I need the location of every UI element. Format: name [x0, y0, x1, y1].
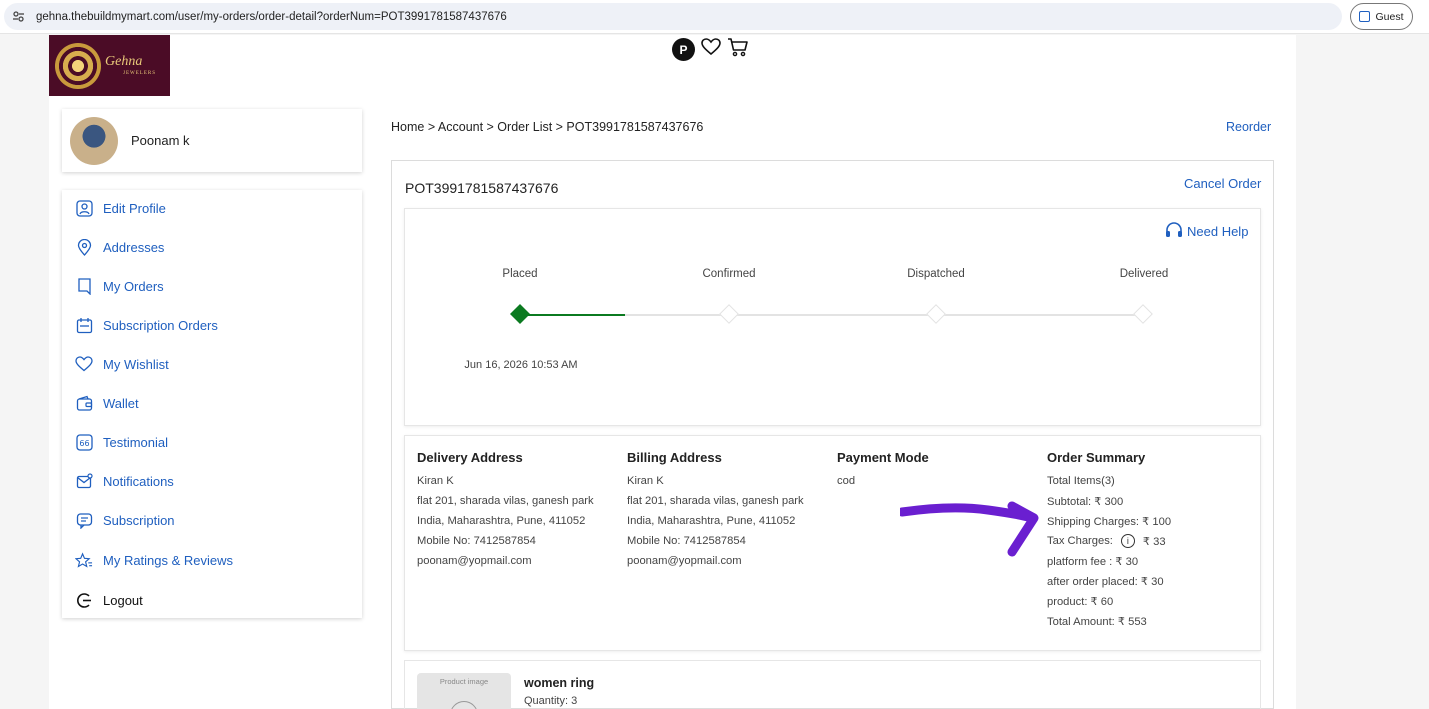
site-settings-icon[interactable] [12, 10, 26, 24]
delivery-address-title: Delivery Address [417, 450, 523, 465]
step-marker-placed [510, 304, 530, 324]
calendar-icon [75, 316, 93, 334]
tax-charges-row: Tax Charges: i ₹ 33 [1047, 534, 1166, 548]
order-detail-card: POT3991781587437676 Cancel Order Need He… [391, 160, 1274, 709]
orders-icon [75, 277, 93, 295]
sidebar-item-subscription[interactable]: Subscription [75, 510, 175, 530]
step-marker-delivered [1133, 304, 1153, 324]
sidebar-item-notifications[interactable]: Notifications [75, 471, 174, 491]
user-icon [75, 199, 93, 217]
payment-mode-title: Payment Mode [837, 450, 929, 465]
star-icon [75, 551, 93, 569]
order-summary-title: Order Summary [1047, 450, 1146, 465]
sidebar-item-addresses[interactable]: Addresses [75, 237, 164, 257]
product-row: Product image women ring Quantity: 3 [404, 660, 1261, 709]
sidebar-item-testimonial[interactable]: 66 Testimonial [75, 432, 168, 452]
svg-text:66: 66 [79, 439, 89, 448]
sidebar-item-subscription-orders[interactable]: Subscription Orders [75, 315, 218, 335]
reorder-button[interactable]: Reorder [1226, 120, 1271, 134]
product-image-placeholder: Product image [417, 673, 511, 709]
total-amount: Total Amount: ₹ 553 [1047, 615, 1147, 628]
headphones-icon [1165, 222, 1183, 241]
sidebar-item-logout[interactable]: Logout [75, 590, 143, 610]
delivery-address: Delivery Address Kiran K flat 201, shara… [417, 450, 594, 567]
guest-label: Guest [1375, 10, 1404, 23]
step-label-dispatched: Dispatched [907, 268, 965, 280]
order-details: Delivery Address Kiran K flat 201, shara… [404, 435, 1261, 651]
cart-icon[interactable] [727, 37, 749, 62]
subscription-icon [75, 511, 93, 529]
header-icons: P [672, 37, 749, 62]
wishlist-heart-icon[interactable] [701, 38, 721, 61]
address-bar[interactable]: gehna.thebuildmymart.com/user/my-orders/… [4, 3, 1342, 30]
step-marker-dispatched [926, 304, 946, 324]
avatar [70, 116, 118, 165]
order-id: POT3991781587437676 [405, 180, 559, 196]
breadcrumb[interactable]: Home > Account > Order List > POT3991781… [391, 120, 703, 134]
sidebar-item-edit-profile[interactable]: Edit Profile [75, 198, 166, 218]
billing-address: Billing Address Kiran K flat 201, sharad… [627, 450, 804, 567]
heart-icon [75, 355, 93, 373]
payment-mode-value: cod [837, 475, 856, 487]
sidebar-item-my-orders[interactable]: My Orders [75, 276, 164, 296]
logout-icon [75, 591, 93, 609]
profile-icon [1359, 11, 1371, 22]
product-quantity: Quantity: 3 [524, 695, 578, 707]
sidebar-item-ratings-reviews[interactable]: My Ratings & Reviews [75, 550, 233, 570]
account-avatar-button[interactable]: P [672, 38, 695, 61]
sidebar-item-my-wishlist[interactable]: My Wishlist [75, 354, 169, 374]
location-icon [75, 238, 93, 256]
order-summary: Order Summary Total Items(3) Subtotal: ₹… [1047, 450, 1171, 631]
progress-line-done [520, 314, 625, 316]
step-marker-confirmed [719, 304, 739, 324]
logo-emblem-icon [55, 42, 101, 89]
payment-mode: Payment Mode cod [837, 450, 929, 491]
order-tracker: Need Help Placed Confirmed Dispatched De… [404, 208, 1261, 426]
progress-line-pending [625, 314, 1143, 316]
brand-logo[interactable]: Gehna JEWELERS [49, 35, 170, 96]
sidebar-item-wallet[interactable]: Wallet [75, 393, 139, 413]
cancel-order-button[interactable]: Cancel Order [1184, 176, 1261, 191]
mail-icon [75, 472, 93, 490]
billing-address-title: Billing Address [627, 450, 722, 465]
need-help-button[interactable]: Need Help [1165, 222, 1248, 241]
logo-text: Gehna JEWELERS [105, 54, 156, 77]
step-label-placed: Placed [502, 268, 538, 280]
info-icon[interactable]: i [1120, 534, 1135, 548]
profile-card: Poonam k [62, 109, 362, 172]
url-text: gehna.thebuildmymart.com/user/my-orders/… [36, 10, 507, 23]
quote-icon: 66 [75, 433, 93, 451]
browser-bar: gehna.thebuildmymart.com/user/my-orders/… [0, 0, 1429, 34]
product-name[interactable]: women ring [524, 676, 594, 690]
profile-name: Poonam k [131, 133, 190, 148]
step-label-confirmed: Confirmed [702, 268, 756, 280]
step-label-delivered: Delivered [1119, 268, 1169, 280]
annotation-arrow-icon [900, 501, 1039, 557]
page: Gehna JEWELERS P Poonam k Edit Profile A… [49, 35, 1296, 709]
image-placeholder-icon [450, 701, 478, 709]
guest-profile-button[interactable]: Guest [1350, 3, 1413, 30]
step-date-placed: Jun 16, 2026 10:53 AM [464, 359, 578, 371]
account-menu: Edit Profile Addresses My Orders Subscri… [62, 190, 362, 618]
wallet-icon [75, 394, 93, 412]
